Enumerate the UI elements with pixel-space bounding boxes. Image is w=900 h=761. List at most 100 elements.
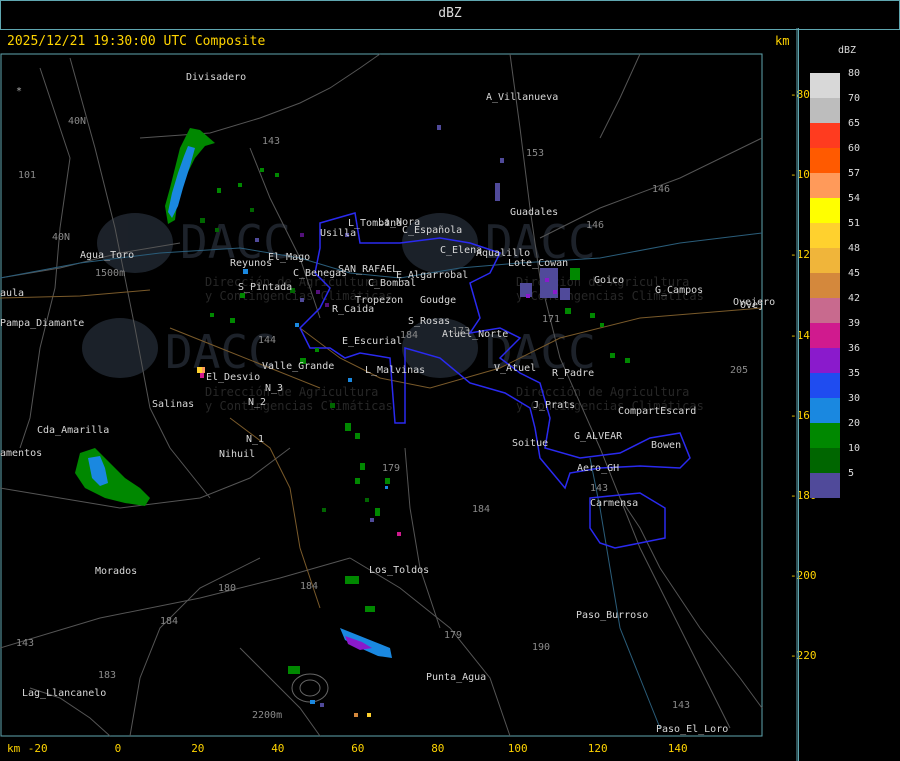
route-label: 40N: [68, 116, 86, 127]
legend-label: 30: [848, 393, 861, 404]
echo-payen-45: [354, 713, 358, 717]
x-tick-label: 0: [114, 742, 122, 755]
legend-swatch: [810, 473, 840, 498]
legend-swatch: [810, 423, 840, 448]
place-label: V_Atuel: [494, 363, 536, 374]
legend-label: 35: [848, 368, 861, 379]
legend-label: 42: [848, 293, 861, 304]
legend-swatch: [810, 173, 840, 198]
place-label: Cda_Amarilla: [37, 425, 109, 436]
watermark-line1-3: Dirección de Agricultura: [205, 385, 378, 399]
x-tick-label: 140: [667, 742, 688, 755]
route-label: 143: [16, 638, 34, 649]
route-label: 40N: [52, 232, 70, 243]
place-label: Los_Toldos: [369, 565, 429, 576]
place-label: Paso_Burroso: [576, 610, 648, 621]
place-label: A_Villanueva: [486, 92, 558, 103]
route-label: 205: [730, 365, 748, 376]
place-label: Goudge: [420, 295, 456, 306]
route-label: 153: [526, 148, 544, 159]
echo-el-desvio-51: [197, 367, 202, 373]
echo-south-small: [365, 606, 375, 612]
place-label: G_Campos: [655, 285, 703, 296]
place-label: R_Padre: [552, 368, 594, 379]
place-label-partial: aula: [0, 288, 24, 299]
place-label: Agua_Toro: [80, 250, 134, 261]
place-label: S_Rosas: [408, 316, 450, 327]
elevation-label: 1500m: [95, 268, 125, 279]
route-label: 143: [590, 483, 608, 494]
place-label: Pampa_Diamante: [0, 318, 84, 329]
route-label: 190: [532, 642, 550, 653]
route-label: 146: [586, 220, 604, 231]
legend-swatch: [810, 98, 840, 123]
x-tick-label: 120: [587, 742, 608, 755]
route-label: 184: [400, 330, 418, 341]
place-label: R_Caida: [332, 304, 374, 315]
place-label: C_Española: [402, 225, 462, 236]
x-tick-label: 40: [271, 742, 285, 755]
legend-swatch: [810, 248, 840, 273]
place-label: Goico: [594, 275, 624, 286]
legend-label: 48: [848, 243, 861, 254]
legend-swatch: [810, 198, 840, 223]
x-axis-unit: km: [7, 742, 21, 755]
legend-swatch: [810, 348, 840, 373]
route-label: 171: [542, 314, 560, 325]
legend-swatch: [810, 448, 840, 473]
place-label: E_Escurial: [342, 336, 402, 347]
route-label: 183: [98, 670, 116, 681]
radar-marker-icon: *: [16, 86, 22, 97]
x-tick-label: -20: [27, 742, 48, 755]
place-label: N_1: [246, 434, 264, 445]
legend-swatch: [810, 398, 840, 423]
place-label: Paso_El_Loro: [656, 724, 728, 735]
place-label: Guadales: [510, 207, 558, 218]
route-label: 144: [258, 335, 276, 346]
legend-swatch: [810, 298, 840, 323]
place-label: C_Bombal: [368, 278, 416, 289]
route-label: 179: [382, 463, 400, 474]
window-title: dBZ: [438, 6, 462, 21]
place-label: Soitue: [512, 438, 548, 449]
legend-swatch: [810, 148, 840, 173]
place-label: El_Desvio: [206, 372, 260, 383]
route-label: 184: [300, 581, 318, 592]
place-label: Lag_Llancanelo: [22, 688, 106, 699]
place-label: L_Malvinas: [365, 365, 425, 376]
echo-south-39: [397, 532, 401, 536]
legend-label: 60: [848, 143, 861, 154]
echo-el-desvio-39: [200, 373, 204, 378]
place-label: Aero_GH: [577, 463, 619, 474]
place-label: Punta_Agua: [426, 672, 486, 683]
place-label: Valle_Grande: [262, 361, 334, 372]
legend-label: 10: [848, 443, 861, 454]
watermark-logo-1: [97, 213, 173, 273]
legend-label: 65: [848, 118, 861, 129]
x-tick-label: 60: [351, 742, 365, 755]
route-label: 146: [652, 184, 670, 195]
place-label: Lote_Cowan: [508, 258, 568, 269]
echo-el-desvio-57: [202, 367, 205, 373]
legend-label: 5: [848, 468, 855, 479]
legend-swatch: [810, 123, 840, 148]
place-label-partial: amentos: [0, 448, 42, 459]
echo-north-5: [437, 125, 441, 130]
place-label: Bowen: [651, 440, 681, 451]
legend-label: 51: [848, 218, 861, 229]
place-label: Reyunos: [230, 258, 272, 269]
place-label: CompartEscard: [618, 406, 696, 417]
elevation-label: 2200m: [252, 710, 282, 721]
place-label: Nihuil: [219, 449, 255, 460]
legend-label: 70: [848, 93, 861, 104]
place-label: Salinas: [152, 399, 194, 410]
legend-label: 54: [848, 193, 861, 204]
place-label: SAN_RAFAEL: [338, 264, 398, 275]
place-label: Usilla: [320, 228, 356, 239]
x-tick-label: 80: [431, 742, 445, 755]
radar-map[interactable]: DACC Dirección de Agricultura y Continge…: [0, 28, 798, 761]
route-label: 184: [160, 616, 178, 627]
legend-label: 80: [848, 68, 861, 79]
place-label: N_3: [265, 383, 283, 394]
route-label: 143: [672, 700, 690, 711]
